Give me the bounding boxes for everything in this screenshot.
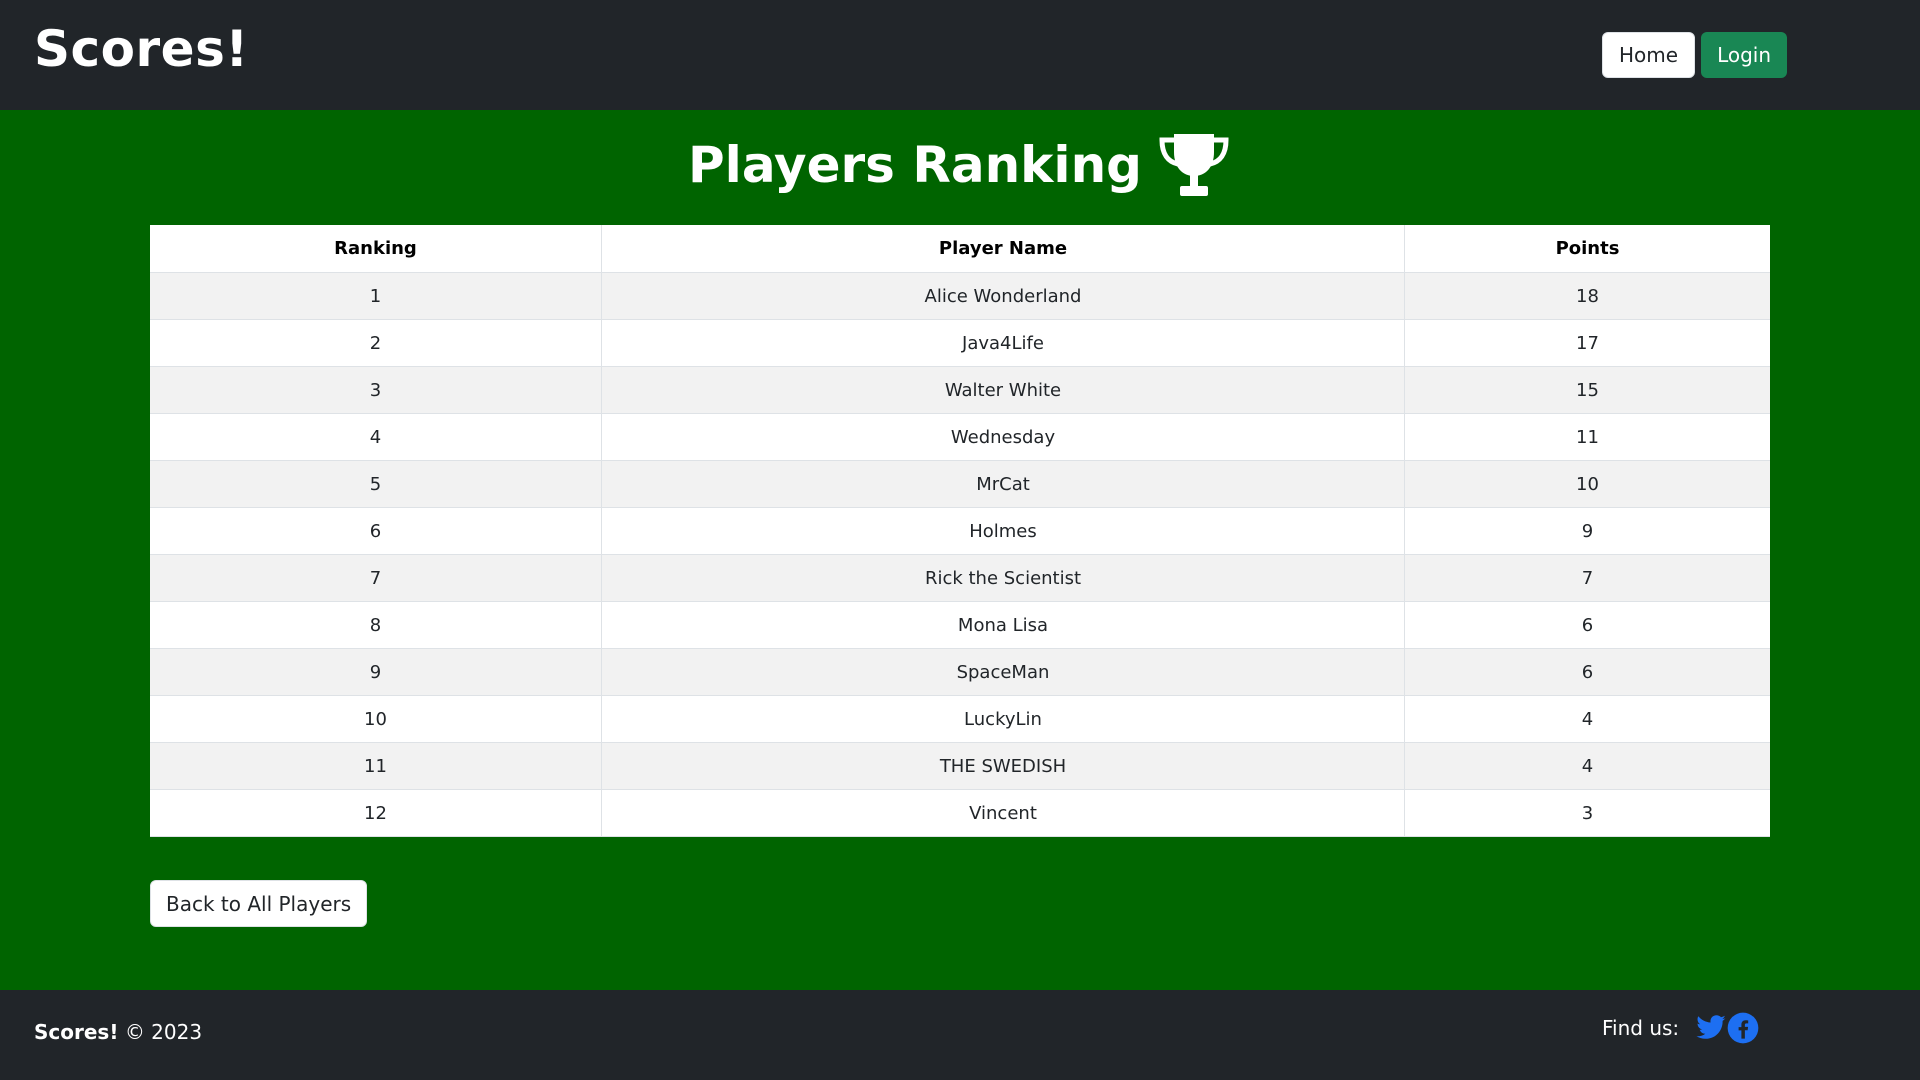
home-button[interactable]: Home (1602, 32, 1696, 78)
rank-cell: 7 (150, 554, 602, 602)
footer-bar: Scores! © 2023 Find us: (0, 990, 1920, 1080)
table-row: 5 MrCat 10 (150, 460, 1770, 508)
name-cell: LuckyLin (601, 695, 1405, 743)
rank-cell: 11 (150, 742, 602, 790)
rank-cell: 12 (150, 789, 602, 837)
name-cell: Walter White (601, 366, 1405, 414)
name-cell: THE SWEDISH (601, 742, 1405, 790)
rank-cell: 10 (150, 695, 602, 743)
rank-cell: 1 (150, 272, 602, 320)
points-cell: 6 (1404, 648, 1770, 696)
name-cell: MrCat (601, 460, 1405, 508)
footer-social: Find us: (1602, 1012, 1759, 1044)
ranking-table: Ranking Player Name Points 1 Alice Wonde… (150, 225, 1770, 837)
name-cell: Mona Lisa (601, 601, 1405, 649)
rank-cell: 2 (150, 319, 602, 367)
name-cell: Wednesday (601, 413, 1405, 461)
name-cell: Alice Wonderland (601, 272, 1405, 320)
table-row: 7 Rick the Scientist 7 (150, 554, 1770, 602)
brand-title[interactable]: Scores! (34, 20, 249, 78)
table-row: 4 Wednesday 11 (150, 413, 1770, 461)
rank-cell: 9 (150, 648, 602, 696)
table-row: 10 LuckyLin 4 (150, 695, 1770, 743)
twitter-icon[interactable] (1695, 1012, 1727, 1044)
table-row: 8 Mona Lisa 6 (150, 601, 1770, 649)
back-to-all-players-button[interactable]: Back to All Players (150, 880, 368, 927)
points-cell: 18 (1404, 272, 1770, 320)
points-cell: 3 (1404, 789, 1770, 837)
table-row: 12 Vincent 3 (150, 789, 1770, 837)
table-row: 11 THE SWEDISH 4 (150, 742, 1770, 790)
rank-cell: 3 (150, 366, 602, 414)
footer-copyright: Scores! © 2023 (34, 1020, 202, 1044)
facebook-icon[interactable] (1727, 1012, 1759, 1044)
rank-cell: 6 (150, 507, 602, 555)
header-bar: Scores! Home Login (0, 0, 1920, 110)
login-button[interactable]: Login (1701, 32, 1788, 78)
points-cell: 6 (1404, 601, 1770, 649)
page-title: Players Ranking (0, 132, 1920, 198)
points-cell: 11 (1404, 413, 1770, 461)
points-cell: 10 (1404, 460, 1770, 508)
footer-year: © 2023 (124, 1020, 203, 1044)
table-row: 6 Holmes 9 (150, 507, 1770, 555)
trophy-icon (1159, 134, 1229, 196)
points-cell: 17 (1404, 319, 1770, 367)
table-row: 1 Alice Wonderland 18 (150, 272, 1770, 320)
table-row: 2 Java4Life 17 (150, 319, 1770, 367)
name-cell: SpaceMan (601, 648, 1405, 696)
name-cell: Java4Life (601, 319, 1405, 367)
rank-cell: 5 (150, 460, 602, 508)
points-cell: 15 (1404, 366, 1770, 414)
rank-cell: 4 (150, 413, 602, 461)
points-cell: 4 (1404, 695, 1770, 743)
header-ranking: Ranking (150, 225, 602, 273)
name-cell: Holmes (601, 507, 1405, 555)
table-row: 9 SpaceMan 6 (150, 648, 1770, 696)
footer-brand: Scores! (34, 1020, 119, 1044)
name-cell: Rick the Scientist (601, 554, 1405, 602)
table-row: 3 Walter White 15 (150, 366, 1770, 414)
points-cell: 9 (1404, 507, 1770, 555)
header-points: Points (1404, 225, 1770, 273)
nav-buttons: Home Login (1602, 32, 1788, 78)
points-cell: 7 (1404, 554, 1770, 602)
find-us-label: Find us: (1602, 1016, 1680, 1040)
header-player-name: Player Name (601, 225, 1405, 273)
table-header-row: Ranking Player Name Points (150, 225, 1770, 273)
name-cell: Vincent (601, 789, 1405, 837)
rank-cell: 8 (150, 601, 602, 649)
points-cell: 4 (1404, 742, 1770, 790)
page-title-text: Players Ranking (688, 136, 1142, 194)
